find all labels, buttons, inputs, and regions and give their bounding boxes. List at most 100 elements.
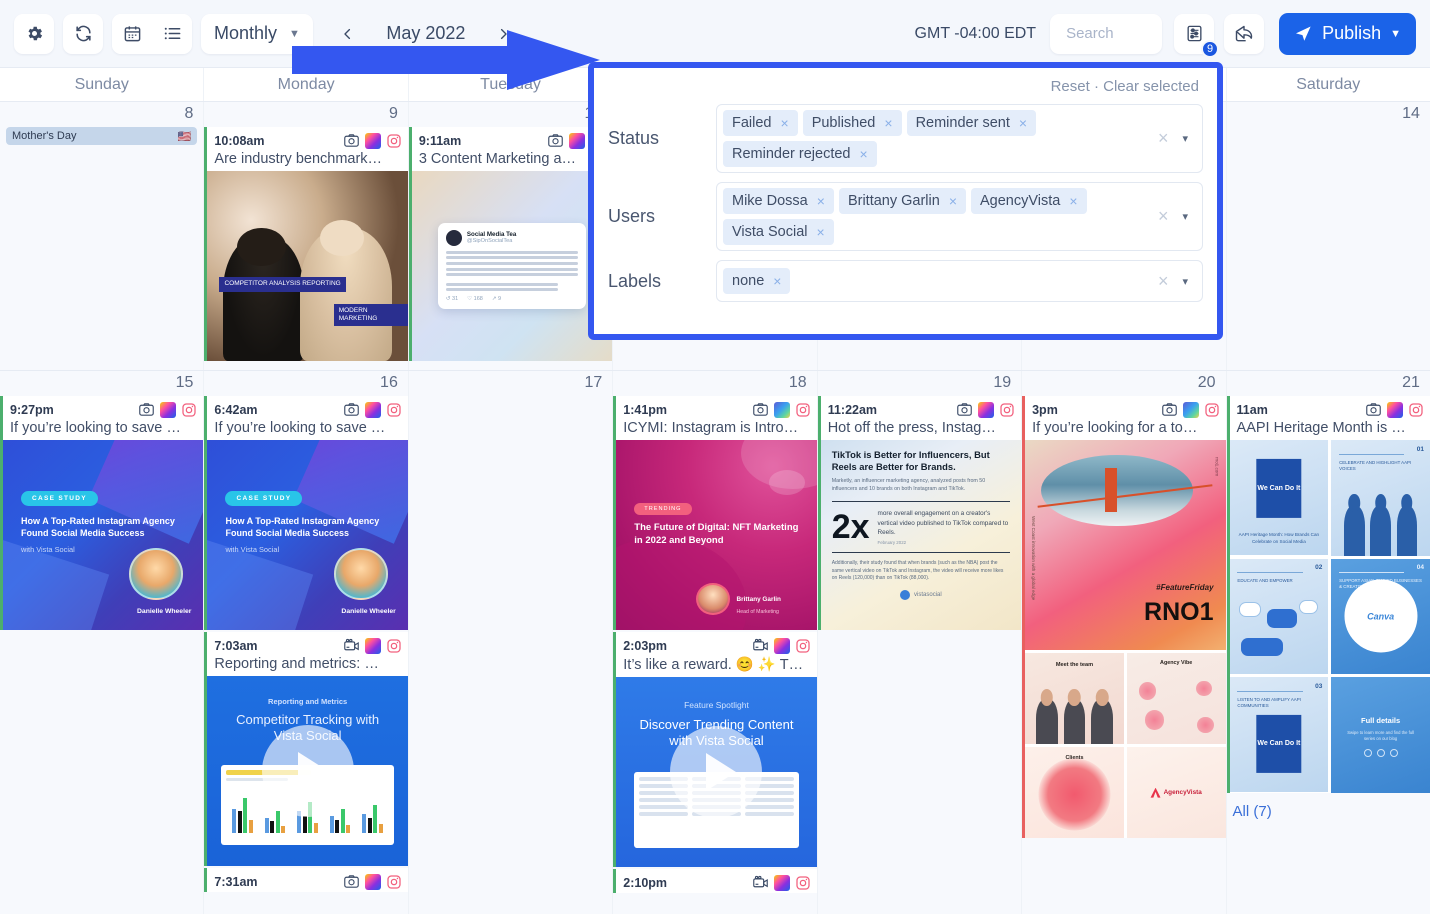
post-image-nft: TRENDINGThe Future of Digital: NFT Marke…	[616, 440, 816, 630]
profile-avatar	[774, 402, 790, 418]
calendar-day-cell[interactable]: 16 6:42am If you’re looking to save … CA…	[204, 371, 408, 914]
profile-avatar	[1387, 402, 1403, 418]
clear-filter-icon[interactable]: ×	[1158, 271, 1169, 292]
post-media[interactable]: TikTok is Better for Influencers, But Re…	[821, 440, 1021, 630]
post-header: 2:03pm	[616, 632, 816, 656]
post-icons	[343, 873, 402, 890]
post-card[interactable]: 7:03am Reporting and metrics: … Reportin…	[204, 632, 407, 866]
chevron-down-icon[interactable]: ▾	[1182, 132, 1188, 145]
post-media[interactable]: Social Media Tea@SipOnSocialTea ↺ 31♡ 16…	[412, 171, 612, 361]
post-media[interactable]: Reporting and MetricsCompetitor Tracking…	[207, 676, 407, 866]
calendar-day-cell[interactable]: 9 10:08am Are industry benchmark… COMPET…	[204, 102, 408, 370]
remove-chip-icon[interactable]: ×	[949, 193, 957, 209]
post-media[interactable]: TRENDINGThe Future of Digital: NFT Marke…	[616, 440, 816, 630]
view-mode-label: Monthly	[214, 23, 277, 44]
remove-chip-icon[interactable]: ×	[773, 273, 781, 289]
filter-chip-label: Failed	[732, 115, 772, 131]
search-box[interactable]	[1050, 14, 1162, 54]
post-card[interactable]: 3pm If you’re looking for a to… West Coa…	[1022, 396, 1225, 838]
filter-chip[interactable]: Reminder sent ×	[907, 110, 1036, 136]
post-card[interactable]: 10:08am Are industry benchmark… COMPETIT…	[204, 127, 407, 361]
carousel-slide: 01CELEBRATE AND HIGHLIGHT AAPI VOICES	[1331, 440, 1430, 556]
post-card[interactable]: 6:42am If you’re looking to save … CASE …	[204, 396, 407, 630]
filter-label: Users	[608, 206, 716, 227]
queue-button[interactable]: 9	[1174, 14, 1214, 54]
remove-chip-icon[interactable]: ×	[817, 193, 825, 209]
filter-rows: Status Failed × Published × Reminder sen…	[608, 104, 1203, 302]
share-button[interactable]	[1224, 14, 1264, 54]
post-image-case-study: CASE STUDY How A Top-Rated Instagram Age…	[207, 440, 407, 630]
post-card[interactable]: 11am AAPI Heritage Month is … We Can Do …	[1227, 396, 1430, 793]
post-header: 9:27pm	[3, 396, 203, 420]
day-number: 20	[1022, 371, 1225, 396]
clear-filter-icon[interactable]: ×	[1158, 206, 1169, 227]
remove-chip-icon[interactable]: ×	[817, 224, 825, 240]
post-media[interactable]: West Coast innovation with a global edge…	[1025, 440, 1225, 838]
filter-chip[interactable]: Published ×	[803, 110, 902, 136]
calendar-day-cell[interactable]: 14	[1227, 102, 1430, 370]
filter-chip[interactable]: Mike Dossa ×	[723, 188, 834, 214]
post-card[interactable]: 2:10pm	[613, 869, 816, 893]
filter-chip[interactable]: Failed ×	[723, 110, 798, 136]
filter-panel: Reset · Clear selected Status Failed × P…	[588, 62, 1223, 340]
play-button[interactable]	[670, 726, 762, 818]
filter-chip[interactable]: none ×	[723, 268, 790, 294]
calendar-day-cell[interactable]: 10 9:11am 3 Content Marketing a… Social …	[409, 102, 613, 370]
view-all-posts-link[interactable]: All (7)	[1227, 795, 1430, 820]
play-button[interactable]	[262, 725, 354, 817]
remove-chip-icon[interactable]: ×	[884, 115, 892, 131]
list-view-button[interactable]	[152, 14, 192, 54]
instagram-icon	[795, 875, 811, 891]
remove-chip-icon[interactable]: ×	[781, 115, 789, 131]
post-media[interactable]: We Can Do ItAAPI Heritage Month: How Bra…	[1230, 440, 1430, 793]
chevron-down-icon[interactable]: ▾	[1182, 275, 1188, 288]
filter-input-box[interactable]: Failed × Published × Reminder sent × Rem…	[716, 104, 1203, 173]
calendar-day-cell[interactable]: 17	[409, 371, 613, 914]
filter-input-box[interactable]: Mike Dossa × Brittany Garlin × AgencyVis…	[716, 182, 1203, 251]
post-media[interactable]: CASE STUDY How A Top-Rated Instagram Age…	[3, 440, 203, 630]
reset-filters-link[interactable]: Reset	[1051, 78, 1090, 95]
calendar-day-cell[interactable]: 21 11am AAPI Heritage Month is … We Can …	[1227, 371, 1430, 914]
refresh-button[interactable]	[63, 14, 103, 54]
remove-chip-icon[interactable]: ×	[1019, 115, 1027, 131]
settings-button[interactable]	[14, 14, 54, 54]
post-media[interactable]: COMPETITOR ANALYSIS REPORTINGMODERN MARK…	[207, 171, 407, 361]
remove-chip-icon[interactable]: ×	[1069, 193, 1077, 209]
list-icon	[163, 24, 182, 43]
post-media[interactable]: CASE STUDY How A Top-Rated Instagram Age…	[207, 440, 407, 630]
holiday-chip: Mother's Day 🇺🇸	[6, 127, 197, 145]
filter-input-box[interactable]: none × × ▾	[716, 260, 1203, 302]
post-title: If you’re looking for a to…	[1025, 420, 1225, 440]
remove-chip-icon[interactable]: ×	[859, 146, 867, 162]
post-image-tiktok-stats: TikTok is Better for Influencers, But Re…	[821, 440, 1021, 630]
post-card[interactable]: 1:41pm ICYMI: Instagram is Intro… TRENDI…	[613, 396, 816, 630]
calendar-day-cell[interactable]: 18 1:41pm ICYMI: Instagram is Intro… TRE…	[613, 371, 817, 914]
filter-chip-label: Mike Dossa	[732, 193, 808, 209]
profile-avatar	[1183, 402, 1199, 418]
filter-chip[interactable]: Brittany Garlin ×	[839, 188, 966, 214]
post-card[interactable]: 11:22am Hot off the press, Instag… TikTo…	[818, 396, 1021, 630]
post-media[interactable]: Feature SpotlightDiscover Trending Conte…	[616, 677, 816, 867]
calendar-day-cell[interactable]: 8 Mother's Day 🇺🇸	[0, 102, 204, 370]
filter-chip[interactable]: AgencyVista ×	[971, 188, 1087, 214]
post-header: 7:03am	[207, 632, 407, 656]
clear-selected-link[interactable]: Clear selected	[1103, 78, 1199, 95]
calendar-view-button[interactable]	[112, 14, 152, 54]
calendar-day-cell[interactable]: 19 11:22am Hot off the press, Instag… Ti…	[818, 371, 1022, 914]
filter-chip[interactable]: Vista Social ×	[723, 219, 834, 245]
post-card[interactable]: 7:31am	[204, 868, 407, 892]
post-card[interactable]: 9:11am 3 Content Marketing a… Social Med…	[409, 127, 612, 361]
clear-filter-icon[interactable]: ×	[1158, 128, 1169, 149]
chevron-down-icon[interactable]: ▾	[1182, 210, 1188, 223]
post-card[interactable]: 9:27pm If you’re looking to save … CASE …	[0, 396, 203, 630]
profile-avatar	[978, 402, 994, 418]
search-input[interactable]	[1066, 25, 1146, 42]
day-number: 14	[1227, 102, 1430, 127]
publish-button[interactable]: Publish ▼	[1279, 13, 1416, 55]
post-card[interactable]: 2:03pm It’s like a reward. 😊 ✨ T… Featur…	[613, 632, 816, 867]
filter-chip[interactable]: Reminder rejected ×	[723, 141, 877, 167]
day-number: 19	[818, 371, 1021, 396]
calendar-day-cell[interactable]: 15 9:27pm If you’re looking to save … CA…	[0, 371, 204, 914]
calendar-day-cell[interactable]: 20 3pm If you’re looking for a to… West …	[1022, 371, 1226, 914]
post-icons	[343, 132, 402, 149]
